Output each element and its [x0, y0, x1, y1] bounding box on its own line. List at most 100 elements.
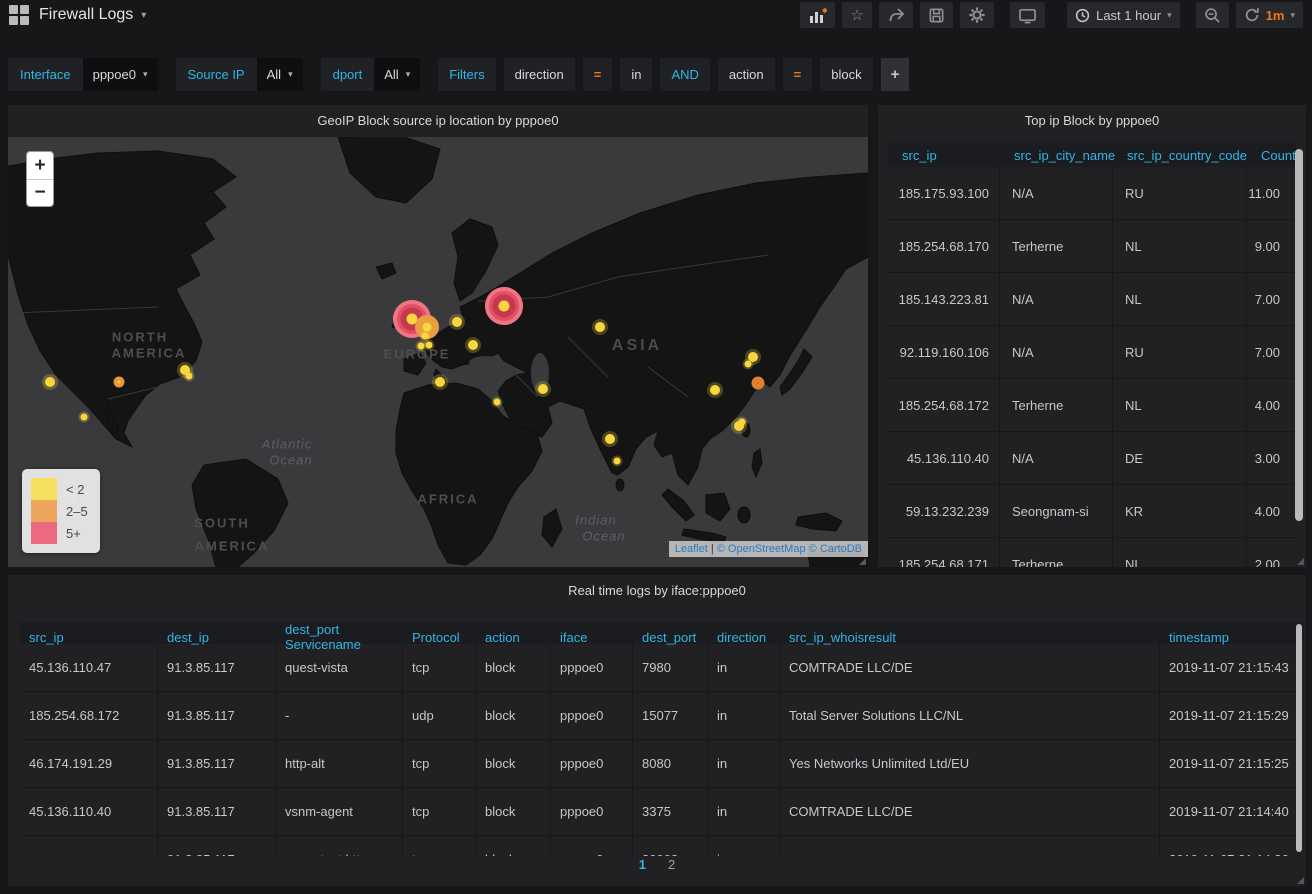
filter-segment[interactable]: +: [881, 58, 910, 91]
cell-src-ip: 45.136.110.40: [20, 788, 158, 835]
save-button[interactable]: [920, 2, 953, 28]
map-zoom-out-button[interactable]: −: [27, 179, 53, 206]
geoip-marker[interactable]: [81, 414, 88, 421]
cell-action: block: [476, 788, 551, 835]
filters-label: Filters: [438, 58, 495, 91]
source-ip-select[interactable]: All▾: [257, 58, 303, 91]
geoip-marker[interactable]: [45, 377, 55, 387]
geoip-marker[interactable]: [485, 287, 523, 325]
cell-dest-ip: 91.3.85.117: [158, 788, 276, 835]
table-row: 185.254.68.172 Terherne NL 4.00: [888, 379, 1296, 432]
cell-count: 4.00: [1247, 379, 1296, 431]
refresh-button[interactable]: 1m ▾: [1236, 2, 1303, 28]
time-picker-button[interactable]: Last 1 hour ▾: [1067, 2, 1180, 28]
top-ip-table: src_ip src_ip_city_name src_ip_country_c…: [888, 143, 1296, 567]
geoip-marker[interactable]: [452, 317, 462, 327]
star-button[interactable]: ☆: [842, 2, 872, 28]
geoip-marker[interactable]: [710, 385, 720, 395]
openstreetmap-link[interactable]: © OpenStreetMap: [717, 543, 806, 555]
table-row: 185.254.68.171 Terherne NL 2.00: [888, 538, 1296, 567]
add-panel-button[interactable]: [800, 2, 835, 28]
cell-timestamp: 2019-11-07 21:15:29: [1160, 692, 1304, 739]
cell-dest-port: 20002: [633, 836, 708, 856]
geoip-marker[interactable]: [538, 384, 548, 394]
filter-segment[interactable]: =: [783, 58, 813, 91]
cell-count: 9.00: [1247, 220, 1296, 272]
filter-segment[interactable]: action: [718, 58, 775, 91]
column-header-city[interactable]: src_ip_city_name: [1000, 143, 1113, 167]
dashboard-title[interactable]: Firewall Logs: [39, 6, 133, 24]
table-row: 185.143.223.81 N/A NL 7.00: [888, 273, 1296, 326]
leaflet-link[interactable]: Leaflet: [675, 543, 708, 555]
geoip-marker[interactable]: [614, 458, 621, 465]
table-row: 92.119.160.106 N/A RU 7.00: [888, 326, 1296, 379]
cartodb-link[interactable]: © CartoDB: [809, 543, 862, 555]
cell-src-ip: 185.254.68.171: [888, 538, 1000, 567]
scrollbar-thumb[interactable]: [1295, 149, 1303, 521]
filter-segment[interactable]: direction: [504, 58, 575, 91]
cell-iface: pppoe0: [551, 692, 633, 739]
geoip-marker[interactable]: [605, 434, 615, 444]
geoip-marker[interactable]: [186, 373, 193, 380]
cell-servicename: commtact-http: [276, 836, 403, 856]
geoip-marker[interactable]: [418, 343, 425, 350]
cell-timestamp: 2019-11-07 21:14:36: [1160, 836, 1304, 856]
cell-dest-ip: 91.3.85.117: [158, 644, 276, 691]
variable-source-ip: Source IP All▾: [176, 58, 303, 91]
panel-title[interactable]: Real time logs by iface:pppoe0: [8, 575, 1306, 605]
settings-button[interactable]: [960, 2, 994, 28]
cell-dest-port: 15077: [633, 692, 708, 739]
geoip-marker[interactable]: [426, 342, 433, 349]
legend-label: 5+: [66, 526, 81, 541]
filter-segment[interactable]: AND: [660, 58, 709, 91]
zoom-out-time-button[interactable]: [1196, 2, 1229, 28]
table-row: 91.3.85.117 commtact-http tcp block pppo…: [20, 836, 1304, 856]
page-number[interactable]: 2: [668, 857, 675, 872]
cell-src-ip: [20, 836, 158, 856]
geoip-marker[interactable]: [494, 399, 501, 406]
share-button[interactable]: [879, 2, 913, 28]
adhoc-filters: Filters direction=inANDaction=block+: [438, 58, 909, 91]
column-header-src-ip[interactable]: src_ip: [888, 143, 1000, 167]
grafana-menu-icon[interactable]: [9, 5, 29, 25]
filter-segment[interactable]: =: [583, 58, 613, 91]
geoip-marker[interactable]: [739, 419, 746, 426]
panel-title[interactable]: GeoIP Block source ip location by pppoe0: [8, 105, 868, 135]
dport-select[interactable]: All▾: [374, 58, 420, 91]
scrollbar-thumb[interactable]: [1296, 624, 1302, 852]
share-icon: [887, 7, 905, 23]
geoip-marker[interactable]: [468, 340, 478, 350]
geoip-marker[interactable]: [745, 361, 752, 368]
geoip-marker[interactable]: [422, 333, 429, 340]
table-body: 185.175.93.100 N/A RU 11.00 185.254.68.1…: [888, 167, 1296, 567]
variable-dport: dport All▾: [321, 58, 421, 91]
realtime-logs-panel: Real time logs by iface:pppoe0 src_ip de…: [8, 575, 1306, 886]
cell-city: N/A: [1000, 273, 1113, 325]
geoip-marker[interactable]: [114, 377, 125, 388]
filter-segment[interactable]: in: [620, 58, 652, 91]
logs-table: src_ip dest_ip dest_port Servicename Pro…: [20, 622, 1304, 856]
column-header-country[interactable]: src_ip_country_code: [1113, 143, 1247, 167]
tv-mode-button[interactable]: [1010, 2, 1045, 28]
geoip-marker[interactable]: [752, 377, 765, 390]
column-header-count[interactable]: Count: [1247, 143, 1296, 167]
cell-count: 7.00: [1247, 273, 1296, 325]
filter-segment[interactable]: block: [820, 58, 872, 91]
chevron-down-icon: ▾: [1167, 10, 1172, 21]
refresh-icon: [1244, 7, 1260, 23]
interface-label: Interface: [8, 58, 83, 91]
cell-timestamp: 2019-11-07 21:15:25: [1160, 740, 1304, 787]
cell-src-ip: 185.175.93.100: [888, 167, 1000, 219]
map-zoom-in-button[interactable]: +: [27, 152, 53, 179]
geoip-marker[interactable]: [435, 377, 445, 387]
interface-select[interactable]: pppoe0▾: [83, 58, 158, 91]
world-map[interactable]: NORTHAMERICAEUROPEASIAAFRICASOUTHAMERICA…: [8, 137, 868, 567]
top-ip-panel: Top ip Block by pppoe0 src_ip src_ip_cit…: [878, 105, 1306, 567]
page-number[interactable]: 1: [639, 857, 646, 872]
cell-whois: Total Server Solutions LLC/NL: [780, 692, 1160, 739]
panel-title[interactable]: Top ip Block by pppoe0: [878, 105, 1306, 135]
cell-iface: pppoe0: [551, 836, 633, 856]
geoip-marker[interactable]: [595, 322, 605, 332]
cell-protocol: tcp: [403, 644, 476, 691]
filter-segments: direction=inANDaction=block+: [504, 58, 910, 91]
